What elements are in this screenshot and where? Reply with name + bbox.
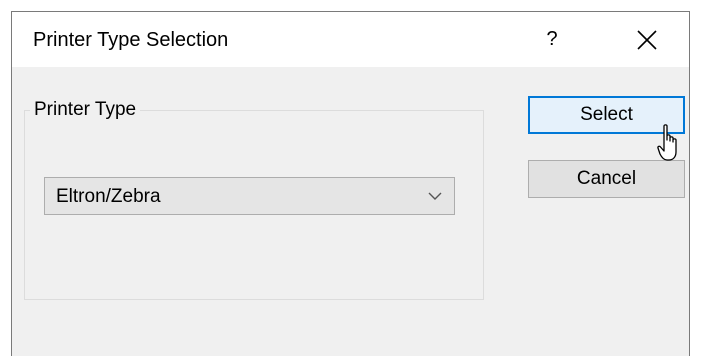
printer-type-dropdown[interactable]: Eltron/Zebra [44, 177, 455, 215]
printer-type-dialog: Printer Type Selection ? Printer Type El… [11, 11, 690, 356]
chevron-down-icon [428, 192, 442, 200]
cancel-button-label: Cancel [576, 168, 637, 189]
title-bar: Printer Type Selection ? [12, 12, 689, 67]
close-button[interactable] [620, 12, 674, 67]
select-button-label: Select [580, 104, 633, 125]
help-icon: ? [546, 28, 558, 50]
dialog-title: Printer Type Selection [33, 29, 229, 51]
printer-type-legend: Printer Type [30, 99, 141, 121]
hand-pointer-cursor-icon [657, 124, 677, 161]
close-icon [637, 29, 657, 50]
help-button[interactable]: ? [532, 12, 572, 67]
printer-type-selected-value: Eltron/Zebra [56, 186, 161, 207]
